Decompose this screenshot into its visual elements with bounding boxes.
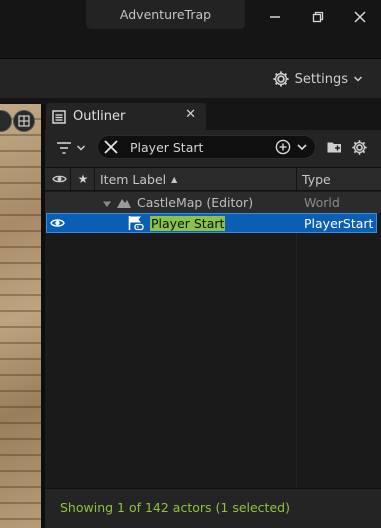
settings-button[interactable]: Settings xyxy=(272,67,363,91)
column-guide-line xyxy=(296,192,297,488)
row-label: CastleMap (Editor) xyxy=(137,194,254,210)
window-title: AdventureTrap xyxy=(86,0,245,29)
plus-circle-icon xyxy=(275,139,291,155)
tab-label: Outliner xyxy=(73,109,126,124)
column-type[interactable]: Type xyxy=(302,168,377,190)
column-divider[interactable] xyxy=(94,168,95,190)
outliner-settings-button[interactable] xyxy=(351,139,368,156)
filter-chevron-down-icon xyxy=(76,145,86,151)
outliner-icon xyxy=(52,109,66,124)
add-filter-button[interactable] xyxy=(275,139,291,155)
main-toolbar: Settings xyxy=(0,58,381,98)
grid-icon xyxy=(18,115,30,127)
chevron-down-icon xyxy=(353,76,363,82)
search-options-button[interactable] xyxy=(296,141,308,153)
column-visibility[interactable] xyxy=(50,168,68,190)
filter-button[interactable] xyxy=(56,139,92,157)
row-type: World xyxy=(304,194,340,210)
new-folder-button[interactable] xyxy=(326,139,343,155)
column-divider[interactable] xyxy=(70,168,71,190)
type-header: Type xyxy=(302,171,331,187)
row-type: PlayerStart xyxy=(304,215,374,231)
eye-icon xyxy=(50,219,65,227)
star-icon: ★ xyxy=(77,172,89,186)
eye-icon xyxy=(51,175,67,183)
restore-icon xyxy=(312,11,324,23)
level-viewport[interactable] xyxy=(0,104,41,528)
settings-label: Settings xyxy=(294,71,348,87)
map-icon xyxy=(116,195,132,212)
folder-add-icon xyxy=(327,142,341,153)
gear-icon xyxy=(352,140,367,155)
minimize-button[interactable] xyxy=(265,8,285,26)
close-window-button[interactable] xyxy=(350,8,370,26)
column-item-label[interactable]: Item Label ▲ xyxy=(100,168,295,190)
search-input[interactable] xyxy=(130,137,270,157)
tab-close-icon[interactable]: ✕ xyxy=(185,107,196,122)
close-icon xyxy=(354,11,366,23)
filter-icon xyxy=(57,142,71,154)
column-divider[interactable] xyxy=(296,168,297,190)
visibility-toggle[interactable] xyxy=(50,217,65,232)
player-start-icon xyxy=(127,215,145,234)
item-label-header: Item Label xyxy=(100,171,167,187)
viewport-layout-button[interactable] xyxy=(13,110,35,132)
gear-icon xyxy=(273,71,289,87)
expand-arrow-icon[interactable] xyxy=(102,197,112,212)
chevron-down-icon xyxy=(297,144,307,151)
tab-outliner[interactable]: Outliner ✕ xyxy=(46,103,206,130)
actor-count-status: Showing 1 of 142 actors (1 selected) xyxy=(60,499,290,515)
column-pinned[interactable]: ★ xyxy=(74,168,92,190)
outliner-list-empty-area[interactable] xyxy=(45,234,381,488)
minimize-icon xyxy=(270,16,280,18)
search-clear-button[interactable] xyxy=(103,139,119,155)
clear-icon xyxy=(104,140,118,154)
row-label-highlighted: Player Start xyxy=(150,213,226,233)
restore-button[interactable] xyxy=(308,8,328,26)
sort-ascending-icon: ▲ xyxy=(171,174,178,184)
search-match-highlight: Player Start xyxy=(150,215,226,231)
